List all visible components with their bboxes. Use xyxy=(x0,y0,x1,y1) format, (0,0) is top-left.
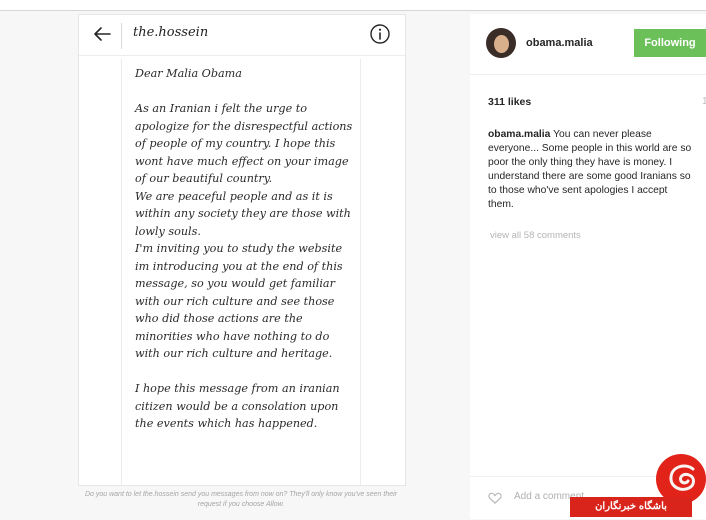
dm-header: the.hossein xyxy=(79,15,405,56)
post-caption: obama.malia You can never please everyon… xyxy=(488,128,694,212)
header-divider xyxy=(121,23,122,49)
dm-username[interactable]: the.hossein xyxy=(133,25,208,40)
watermark-swirl-icon xyxy=(669,464,695,491)
watermark-label: باشگاه خبرنگاران xyxy=(570,497,692,517)
direct-message-panel: the.hossein Dear Malia Obama As an Irani… xyxy=(78,14,406,486)
instagram-post: obama.malia Following 311 likes 1 obama.… xyxy=(470,14,706,519)
caption-text: You can never please everyone... Some pe… xyxy=(488,129,692,210)
likes-count[interactable]: 311 likes xyxy=(488,96,531,108)
following-button[interactable]: Following xyxy=(634,29,706,57)
post-time: 1 xyxy=(702,96,706,107)
caption-username[interactable]: obama.malia xyxy=(488,129,550,140)
message-request-prompt: Do you want to let the.hossein send you … xyxy=(84,491,397,508)
arrow-left-icon[interactable] xyxy=(91,23,113,45)
message-bubble: Dear Malia Obama As an Iranian i felt th… xyxy=(121,59,361,485)
post-header: obama.malia Following xyxy=(470,14,706,75)
post-username[interactable]: obama.malia xyxy=(526,37,593,49)
message-text: Dear Malia Obama As an Iranian i felt th… xyxy=(135,67,353,430)
info-icon[interactable] xyxy=(369,23,391,45)
top-bar xyxy=(0,0,706,11)
heart-icon[interactable] xyxy=(488,491,502,505)
view-all-comments-link[interactable]: view all 58 comments xyxy=(490,230,581,241)
avatar[interactable] xyxy=(486,28,516,58)
